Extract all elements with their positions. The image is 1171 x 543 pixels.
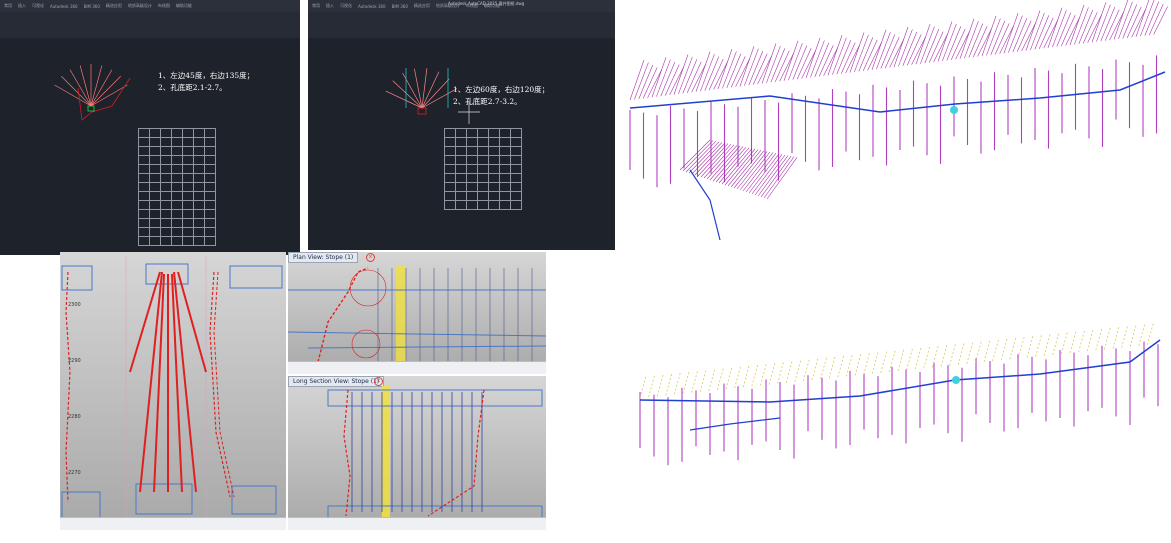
hole-parameter-table xyxy=(138,128,216,246)
ribbon-tab-1[interactable]: 插入 xyxy=(326,3,334,9)
drawing-canvas[interactable]: 1、左边45度，右边135度； 2、孔底距2.1-2.7。 xyxy=(0,38,300,255)
long-section-drawing xyxy=(327,386,543,524)
ribbon-tab-2[interactable]: 可视化 xyxy=(32,3,44,9)
section-view-drawing xyxy=(61,256,283,523)
design-note-line1: 1、左边60度，右边120度； xyxy=(453,85,550,94)
ribbon-tab-8[interactable]: 辅助功能 xyxy=(176,3,192,9)
design-note-line1: 1、左边45度，右边135度； xyxy=(158,71,255,80)
ribbon-tab-4[interactable]: BIM 360 xyxy=(392,4,408,9)
stope-wireframe xyxy=(629,0,1168,241)
fan-hole-3d xyxy=(639,322,1161,466)
stope-3d-view-top xyxy=(620,0,1171,300)
stope-3d-view-bottom xyxy=(620,300,1171,543)
view-toolbar[interactable] xyxy=(60,517,286,530)
level-label-2: 2280 xyxy=(68,414,81,420)
design-note-line2: 2、孔底距2.7-3.2。 xyxy=(453,97,522,106)
level-label-1: 2290 xyxy=(68,358,81,364)
ribbon-tab-3[interactable]: Autodesk 360 xyxy=(50,4,78,9)
drawing-canvas[interactable]: 1、左边60度，右边120度； 2、孔底距2.7-3.2。 xyxy=(308,38,615,250)
plan-view-panel[interactable]: Plan View: Stope (1) × xyxy=(288,252,546,374)
ribbon-tab-5[interactable]: 精选应用 xyxy=(106,3,122,9)
cad-window-left: 常用 插入 可视化 Autodesk 360 BIM 360 精选应用 地质高级设计 布线图辅… xyxy=(0,0,300,255)
ribbon-tab-4[interactable]: BIM 360 xyxy=(84,4,100,9)
ribbon-tab-3[interactable]: Autodesk 360 xyxy=(358,4,386,9)
ribbon-tab-5[interactable]: 精选应用 xyxy=(414,3,430,9)
ribbon-tab-0[interactable]: 常用 xyxy=(4,3,12,9)
ribbon-panel xyxy=(308,12,615,38)
level-label-3: 2270 xyxy=(68,470,81,476)
long-section-panel[interactable]: Long Section View: Stope (1) × xyxy=(288,376,546,530)
ribbon-tab-1[interactable]: 插入 xyxy=(18,3,26,9)
ribbon-tab-0[interactable]: 常用 xyxy=(312,3,320,9)
design-note-line2: 2、孔底距2.1-2.7。 xyxy=(158,83,227,92)
hole-parameter-table xyxy=(444,128,522,210)
ribbon-tab-2[interactable]: 可视化 xyxy=(340,3,352,9)
level-label-0: 2300 xyxy=(68,302,81,308)
window-title: Autodesk AutoCAD 2015 露井图纸.dwg xyxy=(448,1,525,6)
view-toolbar[interactable] xyxy=(288,361,546,374)
ribbon-tab-6[interactable]: 地质高级设计 xyxy=(128,3,152,9)
cad-window-right: 常用 插入 可视化 Autodesk 360 BIM 360 精选应用 地质高级设计 布线图辅… xyxy=(308,0,615,250)
view-toolbar[interactable] xyxy=(288,517,546,530)
ribbon-panel xyxy=(0,12,300,38)
ribbon-tab-7[interactable]: 布线图 xyxy=(158,3,170,9)
section-view-panel[interactable]: 2300 2290 2280 2270 xyxy=(60,252,286,530)
plan-view-drawing xyxy=(288,266,546,364)
